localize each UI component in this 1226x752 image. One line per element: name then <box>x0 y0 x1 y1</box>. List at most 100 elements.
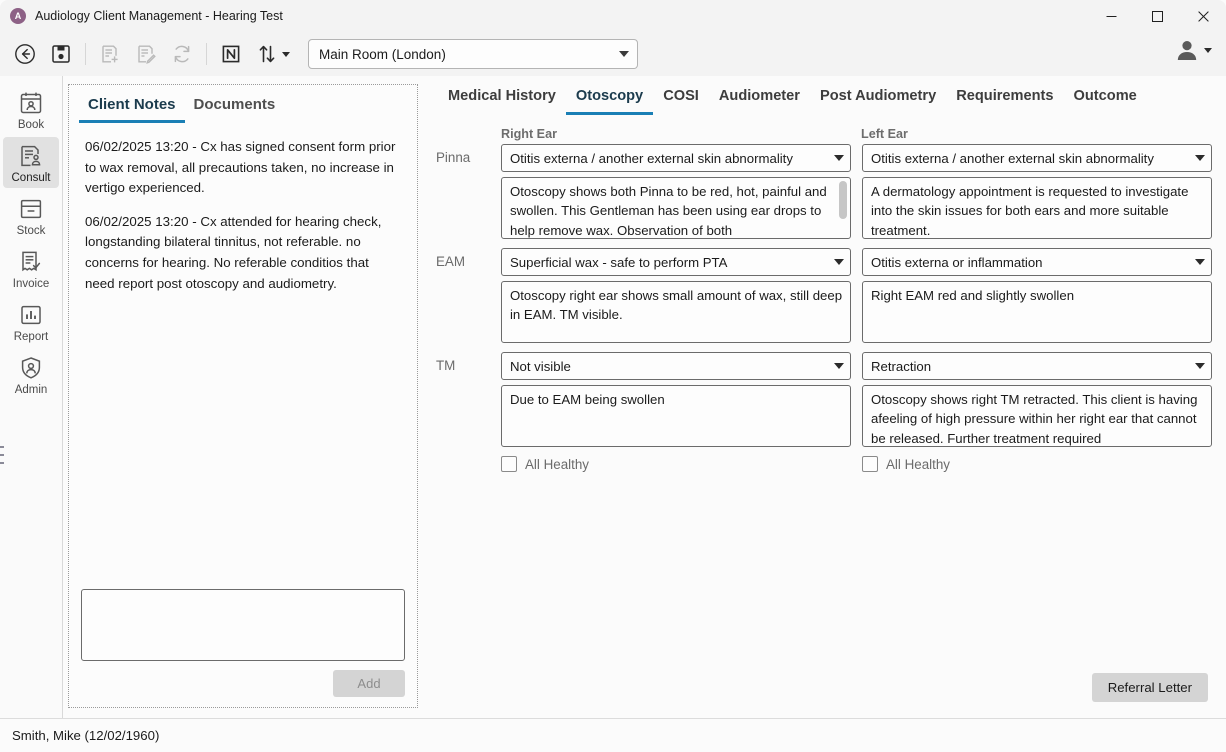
tab-label: Otoscopy <box>576 88 643 104</box>
chevron-down-icon[interactable] <box>1204 48 1212 53</box>
tab-label: Audiometer <box>719 88 800 104</box>
pinna-right-select[interactable]: Otitis externa / another external skin a… <box>501 144 851 172</box>
main-toolbar: Main Room (London) <box>0 32 1226 76</box>
back-icon[interactable] <box>8 37 42 71</box>
sidebar-item-admin[interactable]: Admin <box>3 349 59 400</box>
transfer-split-button[interactable] <box>250 37 298 71</box>
all-healthy-left[interactable]: All Healthy <box>862 456 1212 472</box>
row-pinna: Pinna Otitis externa / another external … <box>436 144 1214 239</box>
notes-text: Due to EAM being swollen <box>510 392 665 407</box>
transfer-icon[interactable] <box>250 37 284 71</box>
tab-cosi[interactable]: COSI <box>653 84 709 115</box>
noah-icon[interactable] <box>214 37 248 71</box>
tab-audiometer[interactable]: Audiometer <box>709 84 810 115</box>
referral-letter-button[interactable]: Referral Letter <box>1092 673 1208 702</box>
chevron-down-icon[interactable] <box>282 52 290 57</box>
room-selector[interactable]: Main Room (London) <box>308 39 638 69</box>
eam-right-notes[interactable]: Otoscopy right ear shows small amount of… <box>501 281 851 343</box>
chevron-down-icon <box>1195 259 1205 265</box>
sidebar-item-report[interactable]: Report <box>3 296 59 347</box>
otoscopy-rows: Pinna Otitis externa / another external … <box>436 144 1214 472</box>
title-bar-left: A Audiology Client Management - Hearing … <box>0 8 283 24</box>
chevron-down-icon <box>1195 155 1205 161</box>
background-window-artifact <box>0 446 4 482</box>
tab-post-audiometry[interactable]: Post Audiometry <box>810 84 946 115</box>
room-selector-value: Main Room (London) <box>319 47 446 62</box>
tab-label: Post Audiometry <box>820 88 936 104</box>
title-bar: A Audiology Client Management - Hearing … <box>0 0 1226 32</box>
new-document-icon[interactable] <box>93 37 127 71</box>
all-healthy-row: All Healthy All Healthy <box>436 456 1214 472</box>
tab-requirements[interactable]: Requirements <box>946 84 1063 115</box>
window-title: Audiology Client Management - Hearing Te… <box>35 9 283 23</box>
tab-label: COSI <box>663 88 699 104</box>
toolbar-separator-2 <box>206 43 207 65</box>
select-value: Otitis externa / another external skin a… <box>510 151 793 166</box>
sidebar-item-invoice[interactable]: Invoice <box>3 243 59 294</box>
status-client-name: Smith, Mike (12/02/1960) <box>12 728 159 743</box>
minimize-icon[interactable] <box>1088 0 1134 32</box>
edit-document-icon[interactable] <box>129 37 163 71</box>
checkbox-icon[interactable] <box>862 456 878 472</box>
row-label: TM <box>436 352 501 447</box>
row-tm: TM Not visible Due to EAM being swollen … <box>436 352 1214 447</box>
pinna-right-notes[interactable]: Otoscopy shows both Pinna to be red, hot… <box>501 177 851 239</box>
notes-tab-bar: Client Notes Documents <box>69 85 417 123</box>
notes-list: 06/02/2025 13:20 - Cx has signed consent… <box>69 123 417 589</box>
save-icon[interactable] <box>44 37 78 71</box>
checkbox-icon[interactable] <box>501 456 517 472</box>
sidebar-item-stock[interactable]: Stock <box>3 190 59 241</box>
app-logo-icon: A <box>10 8 26 24</box>
tm-right-select[interactable]: Not visible <box>501 352 851 380</box>
row-label: Pinna <box>436 144 501 239</box>
bar-chart-icon <box>18 302 44 328</box>
calendar-person-icon <box>18 90 44 116</box>
status-bar: Smith, Mike (12/02/1960) <box>0 718 1226 752</box>
toolbar-separator <box>85 43 86 65</box>
eam-left-column: Otitis externa or inflammation Right EAM… <box>862 248 1212 343</box>
new-note-input[interactable] <box>81 589 405 661</box>
notes-text: Otoscopy shows right TM retracted. This … <box>871 392 1197 446</box>
all-healthy-right[interactable]: All Healthy <box>501 456 851 472</box>
main-tab-bar: Medical History Otoscopy COSI Audiometer… <box>436 84 1214 115</box>
tab-documents[interactable]: Documents <box>185 93 285 123</box>
sidebar-item-label: Admin <box>15 384 48 396</box>
tm-right-notes[interactable]: Due to EAM being swollen <box>501 385 851 447</box>
sidebar-item-book[interactable]: Book <box>3 84 59 135</box>
user-account-icon[interactable] <box>1173 36 1201 64</box>
eam-right-select[interactable]: Superficial wax - safe to perform PTA <box>501 248 851 276</box>
pinna-left-notes[interactable]: A dermatology appointment is requested t… <box>862 177 1212 239</box>
select-value: Not visible <box>510 359 571 374</box>
user-menu[interactable] <box>1173 36 1212 64</box>
maximize-icon[interactable] <box>1134 0 1180 32</box>
refresh-icon[interactable] <box>165 37 199 71</box>
tm-right-column: Not visible Due to EAM being swollen <box>501 352 851 447</box>
tm-left-notes[interactable]: Otoscopy shows right TM retracted. This … <box>862 385 1212 447</box>
tm-left-select[interactable]: Retraction <box>862 352 1212 380</box>
close-icon[interactable] <box>1180 0 1226 32</box>
eam-left-notes[interactable]: Right EAM red and slightly swollen <box>862 281 1212 343</box>
scrollbar-thumb[interactable] <box>839 181 847 219</box>
row-label: EAM <box>436 248 501 343</box>
add-note-button[interactable]: Add <box>333 670 405 697</box>
notes-text: Right EAM red and slightly swollen <box>871 288 1074 303</box>
checkbox-label: All Healthy <box>886 457 950 472</box>
invoice-check-icon <box>18 249 44 275</box>
tab-outcome[interactable]: Outcome <box>1064 84 1147 115</box>
client-notes-panel: Client Notes Documents 06/02/2025 13:20 … <box>68 84 418 708</box>
sidebar-item-label: Report <box>14 331 49 343</box>
pinna-left-select[interactable]: Otitis externa / another external skin a… <box>862 144 1212 172</box>
shield-person-icon <box>18 355 44 381</box>
tab-label: Documents <box>194 96 276 113</box>
pinna-left-column: Otitis externa / another external skin a… <box>862 144 1212 239</box>
tab-otoscopy[interactable]: Otoscopy <box>566 84 653 115</box>
select-value: Superficial wax - safe to perform PTA <box>510 255 727 270</box>
select-value: Otitis externa / another external skin a… <box>871 151 1154 166</box>
sidebar-item-label: Consult <box>12 172 51 184</box>
tab-client-notes[interactable]: Client Notes <box>79 93 185 123</box>
tab-medical-history[interactable]: Medical History <box>438 84 566 115</box>
eam-left-select[interactable]: Otitis externa or inflammation <box>862 248 1212 276</box>
list-item: 06/02/2025 13:20 - Cx attended for heari… <box>85 212 401 294</box>
sidebar-item-consult[interactable]: Consult <box>3 137 59 188</box>
list-item: 06/02/2025 13:20 - Cx has signed consent… <box>85 137 401 199</box>
